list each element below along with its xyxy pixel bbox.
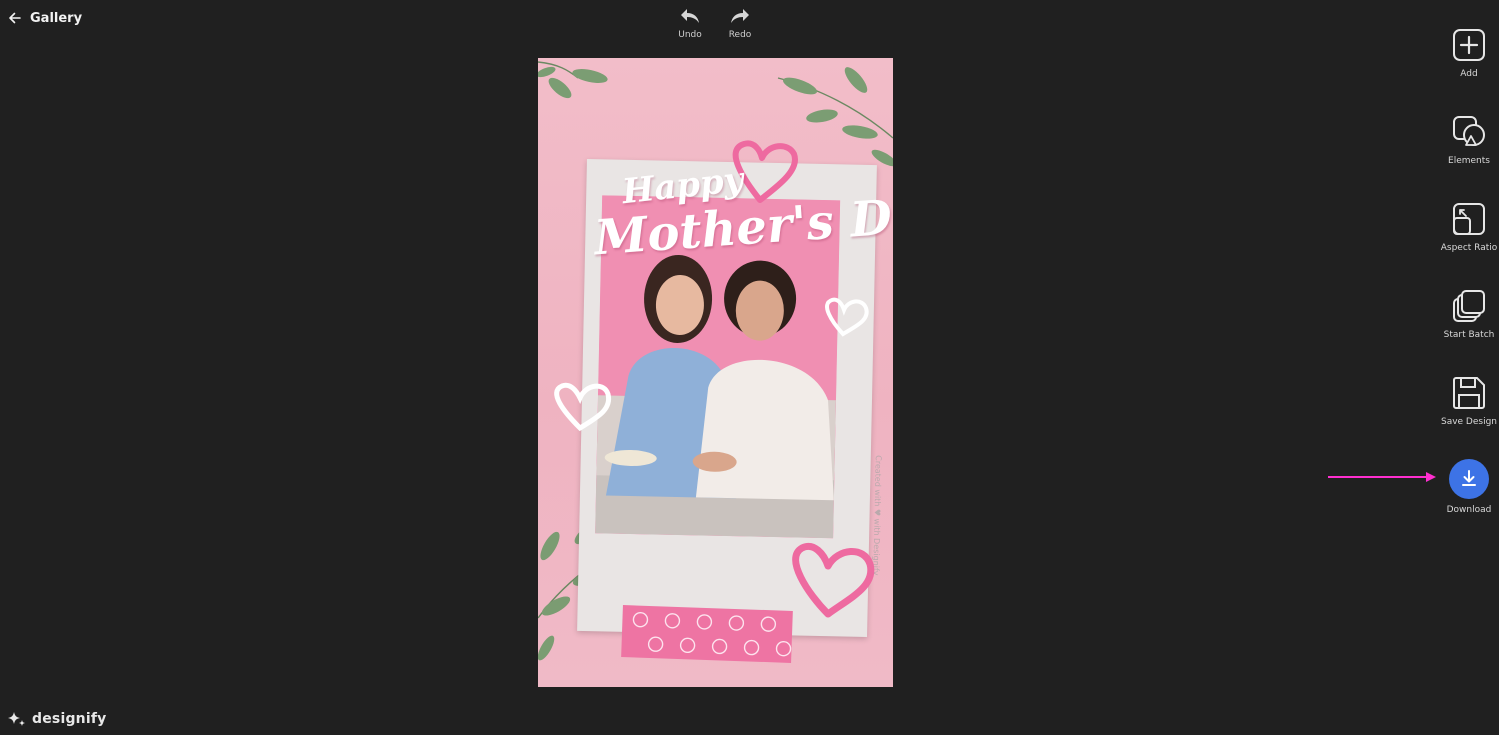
elements-button[interactable]: Elements: [1439, 115, 1499, 166]
brand-logo: designify: [6, 710, 106, 728]
undo-button[interactable]: Undo: [672, 6, 708, 40]
history-controls: Undo Redo: [672, 6, 758, 40]
add-label: Add: [1460, 69, 1478, 79]
download-circle[interactable]: [1449, 459, 1489, 499]
undo-icon: [681, 9, 699, 23]
back-to-gallery-button[interactable]: Gallery: [8, 8, 82, 28]
undo-label: Undo: [678, 30, 702, 40]
sparkle-icon: [8, 712, 25, 726]
aspect-ratio-label: Aspect Ratio: [1440, 243, 1498, 253]
save-design-label: Save Design: [1440, 417, 1498, 427]
add-button[interactable]: Add: [1439, 28, 1499, 79]
download-icon: [1462, 470, 1476, 486]
plus-square-icon: [1453, 29, 1485, 61]
download-button[interactable]: Download: [1439, 459, 1499, 515]
annotation-arrow-icon: [1328, 472, 1436, 482]
shapes-icon: [1453, 116, 1485, 146]
redo-icon: [731, 9, 749, 23]
washi-tape[interactable]: [621, 605, 793, 663]
floppy-disk-icon: [1453, 377, 1485, 409]
redo-button[interactable]: Redo: [722, 6, 758, 40]
design-canvas[interactable]: Created with ♥ with Designify Happy Moth…: [538, 58, 893, 687]
layers-icon: [1453, 290, 1485, 322]
flower-pattern: [632, 611, 792, 657]
elements-label: Elements: [1448, 156, 1490, 166]
aspect-ratio-button[interactable]: Aspect Ratio: [1439, 202, 1499, 253]
start-batch-label: Start Batch: [1443, 330, 1495, 340]
start-batch-button[interactable]: Start Batch: [1439, 289, 1499, 340]
download-label: Download: [1446, 505, 1492, 515]
save-design-button[interactable]: Save Design: [1439, 376, 1499, 427]
aspect-ratio-icon: [1453, 203, 1485, 235]
arrow-left-icon: [9, 12, 21, 24]
brand-name: designify: [32, 711, 107, 727]
redo-label: Redo: [728, 30, 752, 40]
back-label: Gallery: [30, 10, 83, 26]
